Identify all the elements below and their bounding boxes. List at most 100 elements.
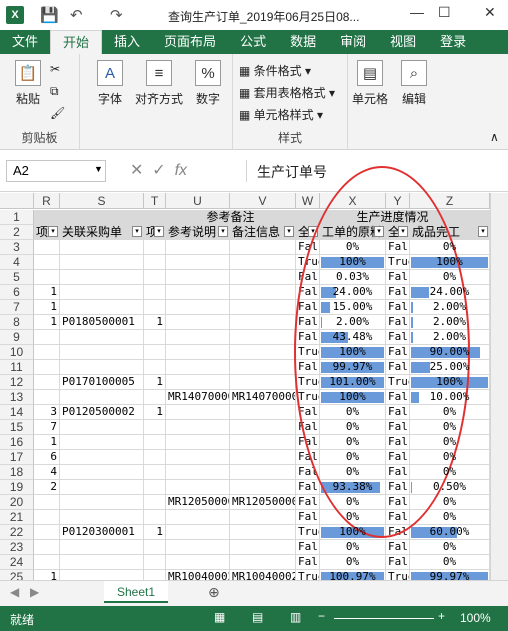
table-cell[interactable] (230, 480, 296, 495)
progress-cell[interactable]: 0% (320, 495, 386, 510)
next-sheet-icon[interactable]: ▶ (30, 585, 39, 599)
table-cell[interactable] (144, 465, 166, 480)
progress-cell[interactable]: 0% (410, 495, 490, 510)
filter-dropdown-icon[interactable]: ▾ (132, 226, 142, 237)
table-cell[interactable] (144, 450, 166, 465)
progress-cell[interactable]: 100% (320, 255, 386, 270)
table-cell[interactable] (60, 240, 144, 255)
table-cell[interactable]: Fals (386, 540, 410, 555)
table-cell[interactable] (230, 360, 296, 375)
fx-icon[interactable]: fx (175, 162, 187, 179)
number-button[interactable]: % 数字 (190, 60, 226, 107)
table-cell[interactable] (144, 285, 166, 300)
table-cell[interactable] (60, 270, 144, 285)
table-cell[interactable]: MR14070000 (230, 390, 296, 405)
filter-dropdown-icon[interactable]: ▾ (154, 226, 164, 237)
namebox-dropdown-icon[interactable]: ▼ (94, 164, 103, 174)
table-cell[interactable] (166, 465, 230, 480)
progress-cell[interactable]: 24.00% (410, 285, 490, 300)
row-header[interactable]: 25 (0, 570, 34, 580)
table-cell[interactable] (60, 300, 144, 315)
table-cell[interactable] (230, 450, 296, 465)
table-cell[interactable] (166, 510, 230, 525)
progress-cell[interactable]: 100% (320, 345, 386, 360)
tab-review[interactable]: 审阅 (328, 30, 378, 54)
table-cell[interactable] (230, 240, 296, 255)
table-cell[interactable] (60, 390, 144, 405)
progress-cell[interactable]: 100% (320, 525, 386, 540)
row-header[interactable]: 13 (0, 390, 34, 405)
save-icon[interactable]: 💾 (40, 6, 59, 24)
table-cell[interactable] (230, 300, 296, 315)
table-cell[interactable] (34, 345, 60, 360)
table-cell[interactable] (34, 330, 60, 345)
table-cell[interactable] (60, 345, 144, 360)
column-filter-header[interactable]: 参考说明 ▾ (166, 225, 230, 240)
paste-button[interactable]: 📋 粘贴 (8, 60, 48, 107)
table-cell[interactable] (60, 540, 144, 555)
table-cell[interactable] (144, 480, 166, 495)
progress-cell[interactable]: 90.00% (410, 345, 490, 360)
table-cell[interactable]: MR12050000 (166, 495, 230, 510)
table-cell[interactable] (166, 345, 230, 360)
spreadsheet-grid[interactable]: R S T U V W X Y Z 1 参考备注 生产进度情况 2 项 ▾ 关联采购单 ▾ 项 ▾ 参考说明 ▾ 备注信息… (0, 193, 490, 580)
table-cell[interactable] (230, 375, 296, 390)
table-cell[interactable] (144, 570, 166, 580)
row-header[interactable]: 21 (0, 510, 34, 525)
zoom-in-icon[interactable]: + (438, 609, 445, 623)
add-sheet-icon[interactable]: ⊕ (208, 584, 220, 601)
table-cell[interactable] (166, 405, 230, 420)
vertical-scrollbar[interactable] (490, 193, 508, 580)
progress-cell[interactable]: 0.50% (410, 480, 490, 495)
tab-insert[interactable]: 插入 (102, 30, 152, 54)
table-cell[interactable] (230, 315, 296, 330)
table-cell[interactable] (166, 240, 230, 255)
table-cell[interactable] (34, 270, 60, 285)
cell-styles-button[interactable]: ▦ 单元格样式 ▾ (239, 106, 323, 123)
progress-cell[interactable]: 0% (410, 555, 490, 570)
sheet-tab-sheet1[interactable]: Sheet1 (104, 581, 168, 603)
table-cell[interactable] (144, 255, 166, 270)
table-cell[interactable] (166, 270, 230, 285)
table-cell[interactable] (60, 435, 144, 450)
table-cell[interactable] (166, 420, 230, 435)
table-cell[interactable] (166, 555, 230, 570)
table-cell[interactable] (34, 555, 60, 570)
table-cell[interactable] (230, 525, 296, 540)
table-cell[interactable] (144, 420, 166, 435)
row-header[interactable]: 9 (0, 330, 34, 345)
enter-icon[interactable]: ✓ (152, 162, 165, 179)
table-cell[interactable] (34, 510, 60, 525)
filter-dropdown-icon[interactable]: ▾ (48, 226, 58, 237)
table-cell[interactable] (60, 285, 144, 300)
tab-formulas[interactable]: 公式 (228, 30, 278, 54)
table-cell[interactable] (230, 255, 296, 270)
column-header-w[interactable]: W (296, 193, 320, 209)
table-cell[interactable] (144, 510, 166, 525)
tab-file[interactable]: 文件 (0, 30, 51, 54)
format-table-button[interactable]: ▦ 套用表格格式 ▾ (239, 84, 335, 101)
table-cell[interactable]: P0120300001 (60, 525, 144, 540)
collapse-ribbon-icon[interactable]: ∧ (490, 130, 499, 144)
progress-cell[interactable]: 10.00% (410, 390, 490, 405)
progress-cell[interactable]: 0% (410, 435, 490, 450)
row-header[interactable]: 5 (0, 270, 34, 285)
table-cell[interactable]: True (296, 525, 320, 540)
progress-cell[interactable]: 99.97% (320, 360, 386, 375)
table-cell[interactable] (144, 390, 166, 405)
sign-in-link[interactable]: 登录 (428, 30, 478, 54)
table-cell[interactable]: 6 (34, 450, 60, 465)
table-cell[interactable] (166, 540, 230, 555)
row-header[interactable]: 8 (0, 315, 34, 330)
table-cell[interactable] (230, 435, 296, 450)
table-cell[interactable] (60, 330, 144, 345)
table-cell[interactable] (230, 345, 296, 360)
table-cell[interactable]: P0170100005 (60, 375, 144, 390)
row-header[interactable]: 11 (0, 360, 34, 375)
progress-cell[interactable]: 0% (320, 540, 386, 555)
progress-cell[interactable]: 93.38% (320, 480, 386, 495)
undo-icon[interactable]: ↶ (70, 6, 83, 24)
table-cell[interactable] (144, 330, 166, 345)
table-cell[interactable] (34, 240, 60, 255)
progress-cell[interactable]: 100% (320, 390, 386, 405)
